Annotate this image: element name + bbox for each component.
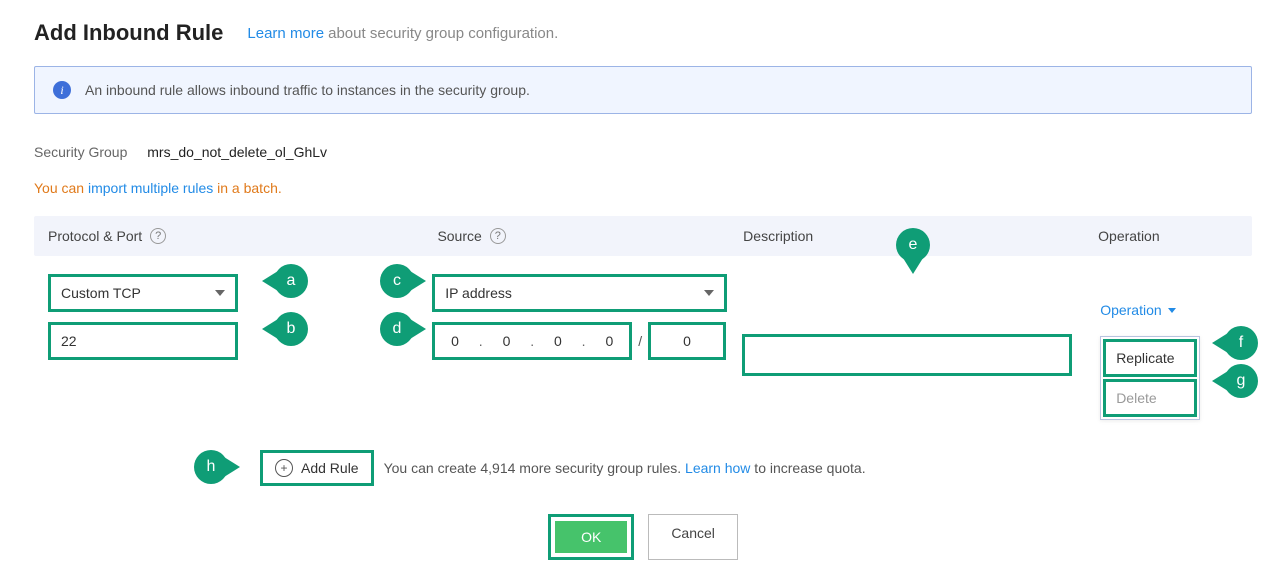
cidr-mask-value: 0: [683, 333, 691, 349]
col-protocol-label: Protocol & Port: [48, 228, 142, 244]
chevron-down-icon: [1168, 308, 1176, 313]
protocol-select[interactable]: Custom TCP: [48, 274, 238, 312]
rules-table-header: Protocol & Port ? Source ? Description O…: [34, 216, 1252, 256]
quota-text-suffix: to increase quota.: [750, 460, 865, 476]
ip-octet: 0: [503, 333, 511, 349]
source-select-value: IP address: [445, 285, 512, 301]
operation-dropdown-label: Operation: [1100, 302, 1161, 318]
learn-how-link[interactable]: Learn how: [685, 460, 750, 476]
info-banner-text: An inbound rule allows inbound traffic t…: [85, 82, 530, 98]
add-rule-button[interactable]: + Add Rule: [260, 450, 374, 486]
security-group-label: Security Group: [34, 144, 127, 160]
cancel-button-label: Cancel: [671, 525, 715, 541]
quota-text-prefix: You can create 4,914 more security group…: [384, 460, 685, 476]
ip-octet: 0: [605, 333, 613, 349]
ok-button[interactable]: OK: [548, 514, 634, 560]
col-source-label: Source: [437, 228, 481, 244]
import-hint-prefix: You can: [34, 180, 88, 196]
operation-dropdown[interactable]: Operation: [1100, 302, 1175, 318]
learn-more-text: about security group configuration.: [328, 25, 558, 42]
cancel-button[interactable]: Cancel: [648, 514, 738, 560]
info-banner: i An inbound rule allows inbound traffic…: [34, 66, 1252, 114]
port-input[interactable]: 22: [48, 322, 238, 360]
rule-row: Custom TCP 22 IP address 0 . 0 . 0 . 0 /…: [34, 256, 1252, 420]
marker-h: h: [194, 450, 228, 484]
info-icon: i: [53, 81, 71, 99]
ip-address-input[interactable]: 0 . 0 . 0 . 0: [432, 322, 632, 360]
cidr-mask-input[interactable]: 0: [648, 322, 726, 360]
protocol-select-value: Custom TCP: [61, 285, 141, 301]
ip-dot: .: [582, 333, 586, 349]
col-operation-label: Operation: [1098, 228, 1159, 244]
ip-octet: 0: [451, 333, 459, 349]
operation-delete[interactable]: Delete: [1103, 379, 1197, 417]
help-icon[interactable]: ?: [150, 228, 166, 244]
plus-icon: +: [275, 459, 293, 477]
ok-button-label: OK: [555, 521, 627, 553]
port-value: 22: [61, 333, 77, 349]
description-input[interactable]: [742, 334, 1072, 376]
page-title: Add Inbound Rule: [34, 20, 223, 46]
add-rule-label: Add Rule: [301, 460, 359, 476]
ip-dot: .: [479, 333, 483, 349]
help-icon[interactable]: ?: [490, 228, 506, 244]
ip-dot: .: [530, 333, 534, 349]
source-select[interactable]: IP address: [432, 274, 727, 312]
operation-menu: Replicate Delete: [1100, 336, 1200, 420]
chevron-down-icon: [215, 290, 225, 296]
chevron-down-icon: [704, 290, 714, 296]
col-description-label: Description: [743, 228, 813, 244]
import-hint-suffix: in a batch.: [213, 180, 282, 196]
security-group-value: mrs_do_not_delete_ol_GhLv: [147, 144, 327, 160]
operation-replicate[interactable]: Replicate: [1103, 339, 1197, 377]
import-rules-link[interactable]: import multiple rules: [88, 180, 213, 196]
cidr-slash: /: [638, 333, 642, 349]
learn-more-link[interactable]: Learn more: [247, 25, 324, 42]
ip-octet: 0: [554, 333, 562, 349]
